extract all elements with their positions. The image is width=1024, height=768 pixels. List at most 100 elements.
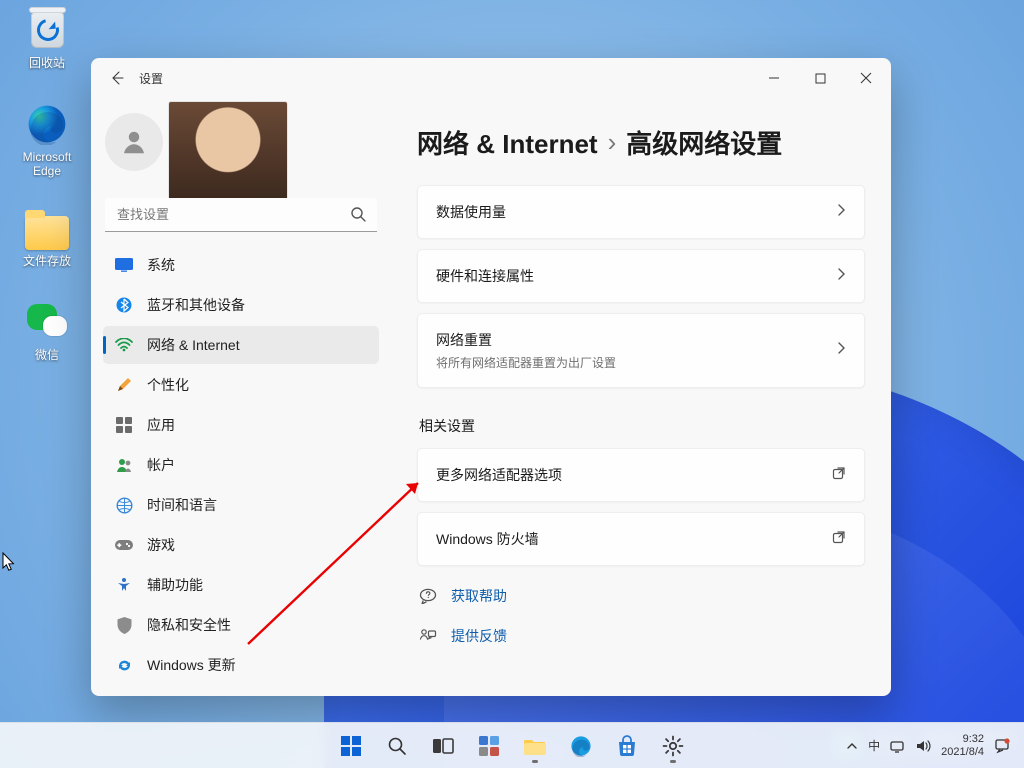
feedback-icon [419, 629, 437, 644]
sidebar-item-accounts[interactable]: 帐户 [103, 446, 379, 484]
sidebar-item-network[interactable]: 网络 & Internet [103, 326, 379, 364]
tray-clock[interactable]: 9:32 2021/8/4 [941, 733, 984, 759]
sidebar-item-system[interactable]: 系统 [103, 246, 379, 284]
desktop-icon-folder[interactable]: 文件存放 [10, 210, 84, 268]
gear-icon [662, 735, 684, 757]
search-box[interactable] [105, 198, 377, 232]
accessibility-icon [115, 576, 133, 594]
tray-network-icon[interactable] [890, 739, 906, 753]
help-chat-icon [419, 588, 437, 604]
breadcrumb-current: 高级网络设置 [626, 124, 782, 161]
sidebar-item-personalization[interactable]: 个性化 [103, 366, 379, 404]
taskbar-settings[interactable] [653, 726, 693, 766]
section-title-related: 相关设置 [419, 416, 865, 436]
external-link-icon [832, 530, 846, 549]
taskbar-task-view[interactable] [423, 726, 463, 766]
titlebar[interactable]: 设置 [91, 58, 891, 98]
desktop-icon-wechat[interactable]: 微信 [10, 300, 84, 362]
sidebar: 好！不要给别人知道 系统 蓝牙和其他设备 [91, 98, 391, 696]
breadcrumb-parent[interactable]: 网络 & Internet [417, 124, 598, 161]
link-label: 获取帮助 [451, 586, 507, 606]
globe-clock-icon [115, 496, 133, 514]
sidebar-item-apps[interactable]: 应用 [103, 406, 379, 444]
desktop-icon-label: Microsoft Edge [10, 150, 84, 178]
card-title: 网络重置 [436, 330, 836, 350]
link-get-help[interactable]: 获取帮助 [419, 586, 865, 606]
folder-icon [25, 216, 69, 250]
content-pane[interactable]: 网络 & Internet › 高级网络设置 数据使用量 硬件和连接属性 网络重… [391, 98, 891, 696]
wechat-icon [25, 300, 69, 344]
taskbar-store[interactable] [607, 726, 647, 766]
system-tray[interactable]: 中 9:32 2021/8/4 [846, 733, 1024, 759]
start-button[interactable] [331, 726, 371, 766]
link-label: 提供反馈 [451, 626, 507, 646]
profile-area[interactable]: 好！不要给别人知道 [105, 104, 377, 180]
sidebar-item-label: 系统 [147, 255, 175, 275]
close-button[interactable] [843, 58, 889, 98]
taskbar-widgets[interactable] [469, 726, 509, 766]
store-icon [616, 735, 638, 757]
search-input[interactable] [105, 198, 377, 232]
arrow-left-icon [109, 70, 125, 86]
tray-time: 9:32 [941, 733, 984, 746]
search-icon [387, 736, 407, 756]
sidebar-item-windows-update[interactable]: Windows 更新 [103, 646, 379, 684]
desktop-icon-label: 微信 [10, 348, 84, 362]
tray-chevron-up-icon[interactable] [846, 741, 858, 751]
sidebar-item-gaming[interactable]: 游戏 [103, 526, 379, 564]
search-icon [350, 206, 367, 228]
sidebar-item-time-language[interactable]: 时间和语言 [103, 486, 379, 524]
desktop-icon-recycle-bin[interactable]: 回收站 [10, 8, 84, 70]
paintbrush-icon [115, 376, 133, 394]
sidebar-item-bluetooth[interactable]: 蓝牙和其他设备 [103, 286, 379, 324]
taskbar-edge[interactable] [561, 726, 601, 766]
sidebar-item-label: 时间和语言 [147, 495, 217, 515]
card-data-usage[interactable]: 数据使用量 [417, 185, 865, 239]
minimize-icon [768, 72, 780, 84]
tray-date: 2021/8/4 [941, 746, 984, 759]
apps-icon [115, 416, 133, 434]
edge-icon [25, 102, 69, 146]
sidebar-item-label: 个性化 [147, 375, 189, 395]
tray-ime-icon[interactable]: 中 [868, 737, 880, 754]
chevron-right-icon [836, 341, 846, 360]
taskbar[interactable]: 中 9:32 2021/8/4 [0, 722, 1024, 768]
chevron-right-icon: › [608, 127, 617, 158]
minimize-button[interactable] [751, 58, 797, 98]
sidebar-item-label: 蓝牙和其他设备 [147, 295, 245, 315]
card-network-reset[interactable]: 网络重置 将所有网络适配器重置为出厂设置 [417, 313, 865, 388]
link-give-feedback[interactable]: 提供反馈 [419, 626, 865, 646]
back-button[interactable] [103, 64, 131, 92]
desktop-icon-label: 文件存放 [10, 254, 84, 268]
sidebar-item-label: 游戏 [147, 535, 175, 555]
sidebar-item-accessibility[interactable]: 辅助功能 [103, 566, 379, 604]
edge-icon [570, 735, 592, 757]
close-icon [860, 72, 872, 84]
maximize-button[interactable] [797, 58, 843, 98]
folder-icon [523, 736, 547, 756]
wifi-icon [115, 336, 133, 354]
gamepad-icon [115, 536, 133, 554]
chevron-right-icon [836, 203, 846, 222]
windows-logo-icon [340, 735, 362, 757]
tray-notifications-icon[interactable] [994, 738, 1010, 754]
desktop-icon-edge[interactable]: Microsoft Edge [10, 102, 84, 178]
avatar-placeholder [105, 113, 163, 171]
task-view-icon [432, 737, 454, 755]
sidebar-item-privacy[interactable]: 隐私和安全性 [103, 606, 379, 644]
card-more-adapter-options[interactable]: 更多网络适配器选项 [417, 448, 865, 502]
card-windows-firewall[interactable]: Windows 防火墙 [417, 512, 865, 566]
card-title: Windows 防火墙 [436, 529, 832, 549]
card-title: 数据使用量 [436, 202, 836, 222]
taskbar-file-explorer[interactable] [515, 726, 555, 766]
accounts-icon [115, 456, 133, 474]
settings-window: 设置 好！不要给别人知道 [91, 58, 891, 696]
shield-icon [115, 616, 133, 634]
update-icon [115, 656, 133, 674]
card-hardware-properties[interactable]: 硬件和连接属性 [417, 249, 865, 303]
chevron-right-icon [836, 267, 846, 286]
tray-volume-icon[interactable] [916, 739, 931, 753]
card-title: 更多网络适配器选项 [436, 465, 832, 485]
taskbar-search[interactable] [377, 726, 417, 766]
sidebar-item-label: 帐户 [147, 455, 175, 475]
